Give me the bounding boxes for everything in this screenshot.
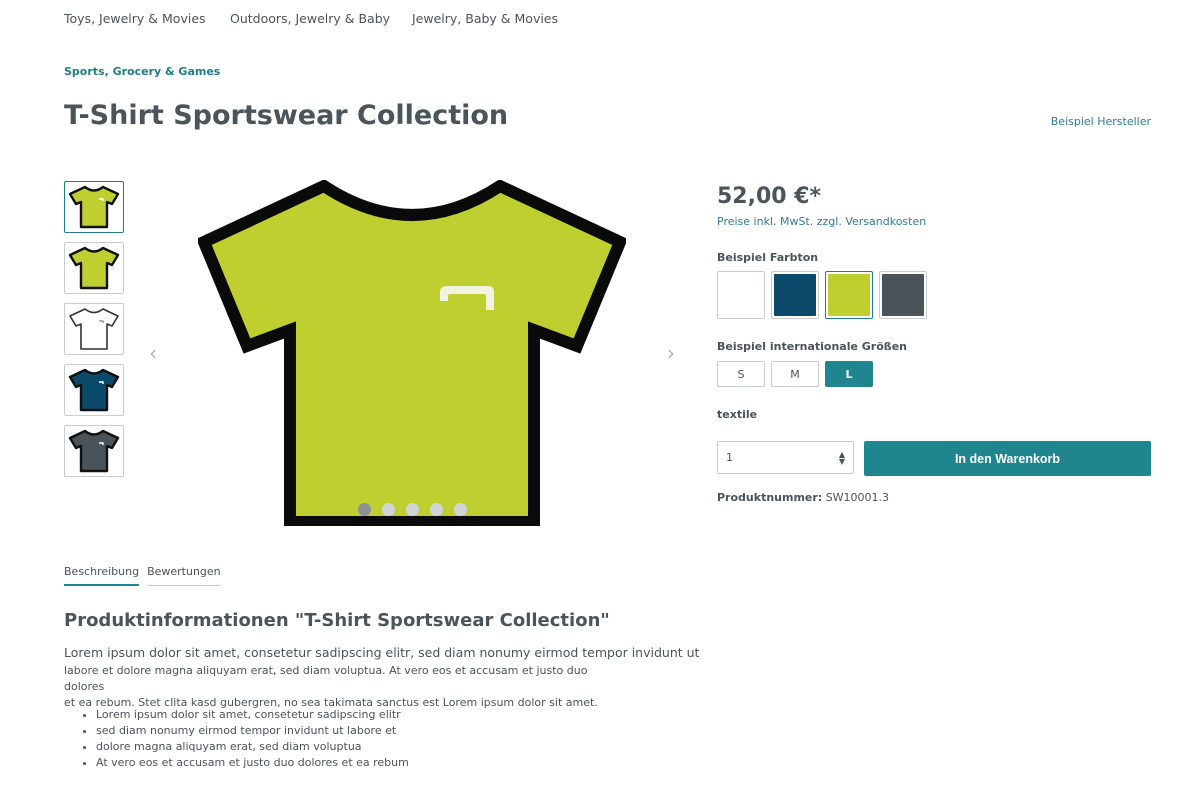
tshirt-icon: [68, 185, 120, 229]
list-item: At vero eos et accusam et justo duo dolo…: [96, 755, 409, 771]
textile-label: textile: [717, 408, 758, 421]
nav-item-jewelry-baby-movies[interactable]: Jewelry, Baby & Movies: [412, 11, 558, 26]
quantity-select[interactable]: 1 ▲ ▼: [717, 441, 854, 474]
gallery-prev-arrow-icon[interactable]: ‹: [142, 342, 164, 364]
color-option-label: Beispiel Farbton: [717, 251, 819, 264]
list-item: dolore magna aliquyam erat, sed diam vol…: [96, 739, 409, 755]
description-line: labore et dolore magna aliquyam erat, se…: [64, 664, 588, 693]
gallery-next-arrow-icon[interactable]: ›: [660, 342, 682, 364]
product-tabs: Beschreibung Bewertungen: [64, 565, 221, 586]
size-option-m[interactable]: M: [771, 361, 819, 387]
gallery-dot-3[interactable]: [406, 503, 419, 516]
list-item: Lorem ipsum dolor sit amet, consetetur s…: [96, 707, 409, 723]
product-price: 52,00 €*: [717, 184, 822, 209]
description-title: Produktinformationen "T-Shirt Sportswear…: [64, 610, 610, 631]
gallery-dot-2[interactable]: [382, 503, 395, 516]
description-lead: Lorem ipsum dolor sit amet, consetetur s…: [64, 645, 700, 660]
description-text: labore et dolore magna aliquyam erat, se…: [64, 663, 624, 711]
color-swatch-lime[interactable]: [825, 271, 873, 319]
product-number-label: Produktnummer:: [717, 491, 823, 504]
thumbnail-2[interactable]: [64, 242, 124, 294]
product-image-tshirt: [198, 180, 626, 526]
breadcrumb[interactable]: Sports, Grocery & Games: [64, 65, 220, 78]
main-navigation: Toys, Jewelry & Movies Outdoors, Jewelry…: [64, 11, 558, 26]
product-number-value: SW10001.3: [825, 491, 890, 504]
tax-shipping-link[interactable]: Preise inkl. MwSt. zzgl. Versandkosten: [717, 215, 1151, 228]
thumbnail-4[interactable]: [64, 364, 124, 416]
tab-description[interactable]: Beschreibung: [64, 565, 140, 586]
tshirt-icon: [69, 308, 119, 350]
quantity-value: 1: [726, 451, 733, 464]
color-swatch-grey[interactable]: [879, 271, 927, 319]
product-title: T-Shirt Sportswear Collection: [64, 100, 509, 131]
thumbnail-3[interactable]: [64, 303, 124, 355]
size-option-l[interactable]: L: [825, 361, 873, 387]
size-option-label: Beispiel internationale Größen: [717, 340, 907, 353]
tab-reviews[interactable]: Bewertungen: [147, 565, 221, 586]
product-number: Produktnummer: SW10001.3: [717, 491, 889, 504]
tshirt-icon: [68, 246, 120, 290]
color-swatch-white[interactable]: [717, 271, 765, 319]
size-option-s[interactable]: S: [717, 361, 765, 387]
nav-item-outdoors-jewelry-baby[interactable]: Outdoors, Jewelry & Baby: [230, 11, 412, 26]
color-swatch-blue[interactable]: [771, 271, 819, 319]
gallery-dots: [358, 503, 467, 516]
description-list: Lorem ipsum dolor sit amet, consetetur s…: [64, 707, 409, 771]
tshirt-icon: [68, 429, 120, 473]
gallery-dot-5[interactable]: [454, 503, 467, 516]
size-options: S M L: [717, 361, 873, 387]
manufacturer-link[interactable]: Beispiel Hersteller: [1051, 115, 1151, 128]
gallery-dot-4[interactable]: [430, 503, 443, 516]
tshirt-icon: [68, 368, 120, 412]
list-item: sed diam nonumy eirmod tempor invidunt u…: [96, 723, 409, 739]
select-caret-icon: ▲ ▼: [838, 449, 845, 466]
thumbnail-1[interactable]: [64, 181, 124, 233]
nav-item-toys-jewelry-movies[interactable]: Toys, Jewelry & Movies: [64, 11, 230, 26]
color-swatches: [717, 271, 927, 319]
add-to-cart-button[interactable]: In den Warenkorb: [864, 441, 1151, 476]
buy-box: 52,00 €* Preise inkl. MwSt. zzgl. Versan…: [717, 184, 1151, 504]
image-gallery: ‹ ›: [140, 172, 690, 534]
thumbnail-list: [64, 181, 124, 486]
thumbnail-5[interactable]: [64, 425, 124, 477]
gallery-dot-1[interactable]: [358, 503, 371, 516]
